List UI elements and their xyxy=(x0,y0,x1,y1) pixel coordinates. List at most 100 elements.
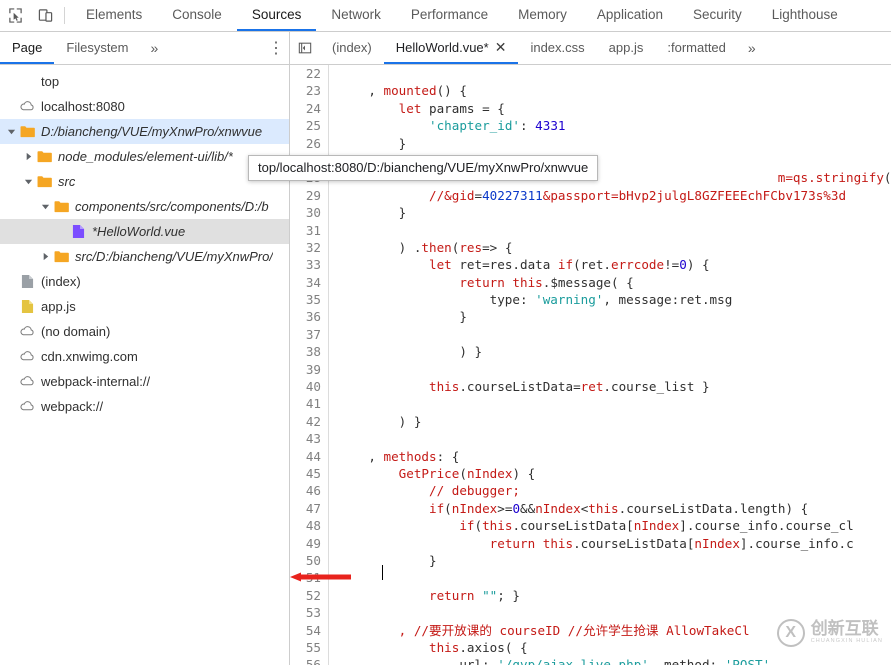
line-number[interactable]: 25 xyxy=(290,117,329,134)
tab-network[interactable]: Network xyxy=(316,0,396,31)
code-line[interactable]: 56 url: '/gvp/ajax_live.php', method: 'P… xyxy=(290,656,891,665)
code-line[interactable]: 29 //&gid=40227311&passport=bHvp2julgL8G… xyxy=(290,187,891,204)
line-number[interactable]: 47 xyxy=(290,500,329,517)
line-number[interactable]: 34 xyxy=(290,274,329,291)
line-number[interactable]: 41 xyxy=(290,395,329,412)
line-number[interactable]: 30 xyxy=(290,204,329,221)
tree-item[interactable]: *HelloWorld.vue xyxy=(0,219,289,244)
code-line[interactable]: 40 this.courseListData=ret.course_list } xyxy=(290,378,891,395)
tree-item[interactable]: localhost:8080 xyxy=(0,94,289,119)
line-number[interactable]: 42 xyxy=(290,413,329,430)
line-number[interactable]: 33 xyxy=(290,256,329,273)
code-line[interactable]: 42 ) } xyxy=(290,413,891,430)
line-number[interactable]: 50 xyxy=(290,552,329,569)
code-line[interactable]: 30 } xyxy=(290,204,891,221)
code-line[interactable]: 43 xyxy=(290,430,891,447)
tree-item[interactable]: webpack-internal:// xyxy=(0,369,289,394)
line-number[interactable]: 43 xyxy=(290,430,329,447)
collapse-navigator-icon[interactable] xyxy=(290,32,320,64)
line-number[interactable]: 37 xyxy=(290,326,329,343)
navigator-file-tree[interactable]: toplocalhost:8080D:/biancheng/VUE/myXnwP… xyxy=(0,65,290,665)
editor-tab-helloworld-vue[interactable]: HelloWorld.vue* ✕ xyxy=(384,32,519,64)
line-number[interactable]: 53 xyxy=(290,604,329,621)
code-line[interactable]: 37 xyxy=(290,326,891,343)
nav-tab-page[interactable]: Page xyxy=(0,32,54,64)
tab-performance[interactable]: Performance xyxy=(396,0,503,31)
code-line[interactable]: 33 let ret=res.data if(ret.errcode!=0) { xyxy=(290,256,891,273)
code-line[interactable]: 39 xyxy=(290,361,891,378)
code-line[interactable]: 24 let params = { xyxy=(290,100,891,117)
line-number[interactable]: 36 xyxy=(290,308,329,325)
line-number[interactable]: 52 xyxy=(290,587,329,604)
code-line[interactable]: 41 xyxy=(290,395,891,412)
code-line[interactable]: 54 , //要开放课的 courseID //允许学生抢课 AllowTake… xyxy=(290,622,891,639)
code-line[interactable]: 36 } xyxy=(290,308,891,325)
line-number[interactable]: 24 xyxy=(290,100,329,117)
code-line[interactable]: 50 } xyxy=(290,552,891,569)
editor-tab-formatted[interactable]: :formatted xyxy=(655,32,738,64)
tab-lighthouse[interactable]: Lighthouse xyxy=(757,0,853,31)
line-number[interactable]: 56 xyxy=(290,656,329,665)
editor-tabs-overflow-icon[interactable]: » xyxy=(738,32,766,64)
line-number[interactable]: 46 xyxy=(290,482,329,499)
tab-memory[interactable]: Memory xyxy=(503,0,582,31)
tree-item[interactable]: components/src/components/D:/b xyxy=(0,194,289,219)
line-number[interactable]: 35 xyxy=(290,291,329,308)
code-line[interactable]: 52 return ""; } xyxy=(290,587,891,604)
line-number[interactable]: 54 xyxy=(290,622,329,639)
code-line[interactable]: 53 xyxy=(290,604,891,621)
tree-item[interactable]: app.js xyxy=(0,294,289,319)
code-line[interactable]: 51 xyxy=(290,569,891,586)
line-number[interactable]: 39 xyxy=(290,361,329,378)
code-line[interactable]: 38 ) } xyxy=(290,343,891,360)
more-options-icon[interactable]: ⋮ xyxy=(263,32,289,64)
line-number[interactable]: 32 xyxy=(290,239,329,256)
tree-item[interactable]: node_modules/element-ui/lib/* xyxy=(0,144,289,169)
code-line[interactable]: 47 if(nIndex>=0&&nIndex<this.courseListD… xyxy=(290,500,891,517)
line-number[interactable]: 40 xyxy=(290,378,329,395)
tree-item[interactable]: D:/biancheng/VUE/myXnwPro/xnwvue xyxy=(0,119,289,144)
editor-tab-index-css[interactable]: index.css xyxy=(518,32,596,64)
line-number[interactable]: 29 xyxy=(290,187,329,204)
tree-item[interactable]: (index) xyxy=(0,269,289,294)
chevron-down-icon[interactable] xyxy=(4,127,18,136)
chevron-double-right-icon[interactable]: » xyxy=(141,32,169,64)
code-line[interactable]: 55 this.axios( { xyxy=(290,639,891,656)
code-line[interactable]: 31 xyxy=(290,222,891,239)
nav-tab-filesystem[interactable]: Filesystem xyxy=(54,32,140,64)
line-number[interactable]: 49 xyxy=(290,535,329,552)
line-number[interactable]: 48 xyxy=(290,517,329,534)
line-number[interactable]: 55 xyxy=(290,639,329,656)
code-line[interactable]: 25 'chapter_id': 4331 xyxy=(290,117,891,134)
tab-security[interactable]: Security xyxy=(678,0,757,31)
code-line[interactable]: 48 if(this.courseListData[nIndex].course… xyxy=(290,517,891,534)
tree-item[interactable]: src xyxy=(0,169,289,194)
tree-item[interactable]: top xyxy=(0,69,289,94)
editor-tab-index[interactable]: (index) xyxy=(320,32,384,64)
tree-item[interactable]: cdn.xnwimg.com xyxy=(0,344,289,369)
line-number[interactable]: 45 xyxy=(290,465,329,482)
tree-item[interactable]: src/D:/biancheng/VUE/myXnwPro/ xyxy=(0,244,289,269)
line-number[interactable]: 38 xyxy=(290,343,329,360)
chevron-down-icon[interactable] xyxy=(38,202,52,211)
tree-item[interactable]: (no domain) xyxy=(0,319,289,344)
code-line[interactable]: 32 ) .then(res=> { xyxy=(290,239,891,256)
code-line[interactable]: 49 return this.courseListData[nIndex].co… xyxy=(290,535,891,552)
line-number[interactable]: 31 xyxy=(290,222,329,239)
tab-console[interactable]: Console xyxy=(157,0,237,31)
line-number[interactable]: 22 xyxy=(290,65,329,82)
code-line[interactable]: 45 GetPrice(nIndex) { xyxy=(290,465,891,482)
chevron-right-icon[interactable] xyxy=(38,252,52,261)
code-line[interactable]: 35 type: 'warning', message:ret.msg xyxy=(290,291,891,308)
tab-sources[interactable]: Sources xyxy=(237,0,317,31)
code-line[interactable]: 34 return this.$message( { xyxy=(290,274,891,291)
tab-application[interactable]: Application xyxy=(582,0,678,31)
inspect-element-icon[interactable] xyxy=(0,0,30,31)
line-number[interactable]: 23 xyxy=(290,82,329,99)
code-line[interactable]: 23 , mounted() { xyxy=(290,82,891,99)
tab-elements[interactable]: Elements xyxy=(71,0,157,31)
code-line[interactable]: 46 // debugger; xyxy=(290,482,891,499)
close-icon[interactable]: ✕ xyxy=(495,40,507,54)
code-line[interactable]: 22 xyxy=(290,65,891,82)
line-number[interactable]: 44 xyxy=(290,448,329,465)
